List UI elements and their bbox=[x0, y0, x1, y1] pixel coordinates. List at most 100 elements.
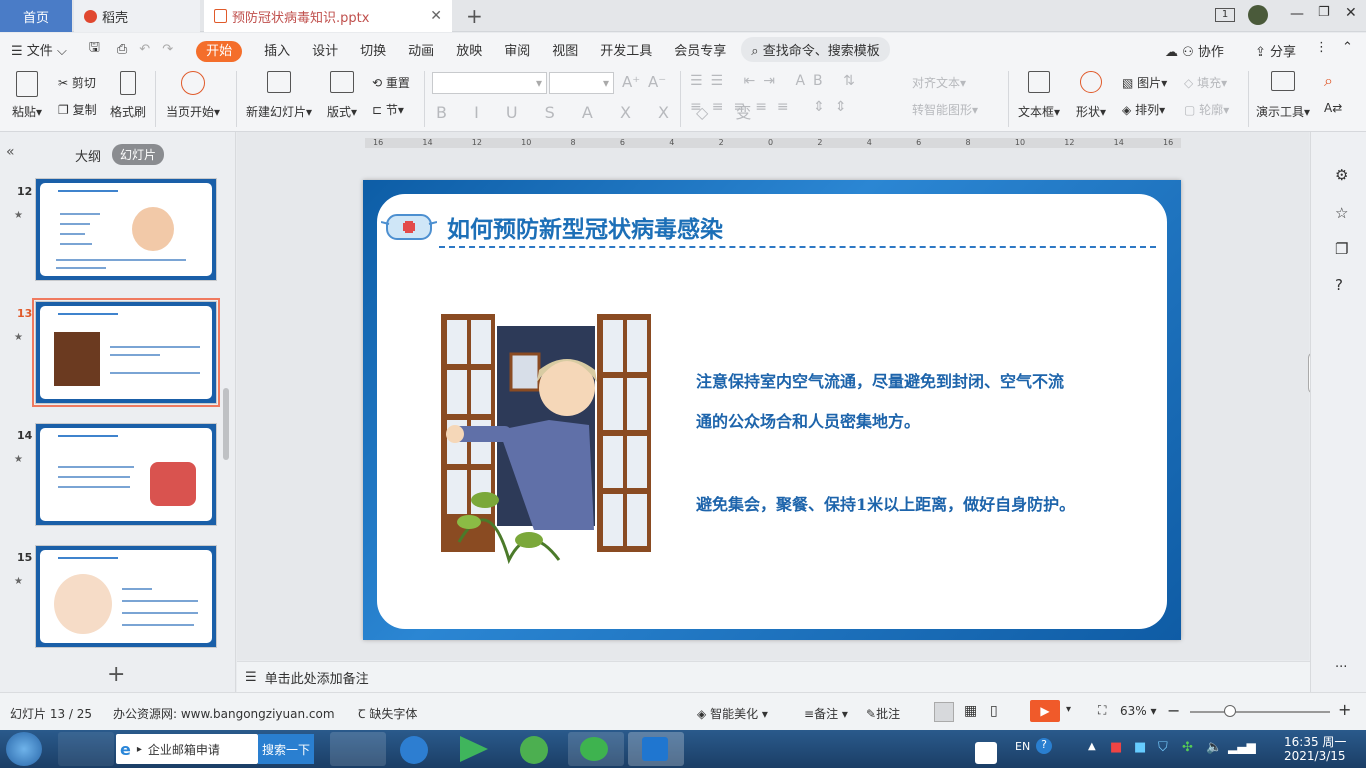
window-illustration[interactable] bbox=[439, 310, 654, 578]
menu-item-animation[interactable]: 动画 bbox=[397, 40, 445, 59]
file-explorer-icon[interactable] bbox=[330, 732, 386, 766]
tray-app-icon[interactable]: ✣ bbox=[1182, 740, 1193, 755]
start-button[interactable] bbox=[6, 732, 42, 766]
tray-expand-icon[interactable]: ▲ bbox=[1088, 741, 1096, 752]
fill-button[interactable]: ◇ 填充 ▾ bbox=[1184, 74, 1227, 91]
sorter-view-icon[interactable]: ▦ bbox=[964, 703, 977, 719]
undo-icon[interactable]: ↶ bbox=[133, 42, 156, 57]
help-tray-icon[interactable]: ? bbox=[1036, 738, 1052, 754]
network-icon[interactable]: ▂▄▆ bbox=[1228, 740, 1256, 754]
notes-toggle-button[interactable]: ≡备注 ▾ bbox=[804, 705, 848, 722]
zoom-slider-handle[interactable] bbox=[1224, 705, 1236, 717]
find-icon[interactable]: ⌕ bbox=[1324, 71, 1333, 91]
maximize-icon[interactable]: ❐ bbox=[1318, 5, 1330, 20]
zoom-in-icon[interactable]: + bbox=[1338, 700, 1351, 719]
menu-item-developer[interactable]: 开发工具 bbox=[589, 40, 663, 59]
play-slideshow-button[interactable]: ▶ bbox=[1030, 700, 1060, 722]
new-tab-icon[interactable]: + bbox=[466, 4, 483, 28]
close-window-icon[interactable]: ✕ bbox=[1345, 5, 1357, 21]
font-size-select[interactable]: ▾ bbox=[549, 72, 614, 94]
language-indicator[interactable]: EN bbox=[1015, 740, 1030, 753]
missing-font-button[interactable]: Ꞇ 缺失字体 bbox=[358, 705, 417, 722]
zoom-slider-track[interactable] bbox=[1190, 711, 1330, 713]
redo-icon[interactable]: ↷ bbox=[156, 42, 179, 57]
reset-button[interactable]: ⟲ 重置 bbox=[372, 74, 410, 91]
wechat-icon[interactable] bbox=[568, 732, 624, 766]
paste-button[interactable]: 粘贴▾ bbox=[12, 71, 42, 120]
star-outline-icon[interactable]: ☆ bbox=[1335, 204, 1348, 222]
play-options-icon[interactable]: ▾ bbox=[1066, 704, 1071, 715]
collab-button[interactable]: ☁ ⚇ 协作 bbox=[1165, 41, 1224, 60]
replace-icon[interactable]: A⇄ bbox=[1324, 101, 1342, 115]
window-count-badge[interactable]: 1 bbox=[1215, 8, 1235, 22]
new-slide-button[interactable]: 新建幻灯片▾ bbox=[246, 71, 312, 120]
zoom-level[interactable]: 63% ▾ bbox=[1120, 704, 1157, 718]
clock-time[interactable]: 16:35 周一 bbox=[1284, 733, 1346, 750]
taskbar-app-colorful[interactable] bbox=[58, 732, 114, 766]
outline-button[interactable]: ▢ 轮廓 ▾ bbox=[1184, 101, 1229, 118]
body-text-line[interactable]: 避免集会，聚餐、保持1米以上距离，做好自身防护。 bbox=[696, 491, 1075, 515]
tab-outline[interactable]: 大纲 bbox=[75, 146, 101, 165]
body-text-line[interactable]: 通的公众场合和人员密集地方。 bbox=[696, 408, 920, 432]
slide-thumbnail[interactable] bbox=[35, 178, 217, 281]
tray-app-icon[interactable]: ■ bbox=[1134, 740, 1146, 755]
menu-item-member[interactable]: 会员专享 bbox=[663, 40, 737, 59]
font-grow-icon[interactable]: A⁺ bbox=[622, 73, 640, 91]
menu-item-start[interactable]: 开始 bbox=[185, 40, 253, 62]
fit-window-icon[interactable]: ⛶ bbox=[1098, 703, 1106, 718]
tab-home[interactable]: 首页 bbox=[0, 0, 72, 32]
font-shrink-icon[interactable]: A⁻ bbox=[648, 73, 666, 91]
tab-daoke[interactable]: 稻壳 bbox=[74, 0, 200, 32]
refresh-app-icon[interactable] bbox=[508, 732, 564, 766]
hamburger-icon[interactable]: ☰ 文件 ⌵ bbox=[0, 40, 78, 59]
shape-button[interactable]: 形状▾ bbox=[1076, 71, 1106, 120]
input-method-icon[interactable] bbox=[975, 742, 997, 764]
comments-button[interactable]: ✎批注 bbox=[866, 705, 900, 722]
save-icon[interactable]: 🖫 bbox=[78, 38, 111, 60]
menu-item-review[interactable]: 审阅 bbox=[493, 40, 541, 59]
volume-icon[interactable]: 🔈 bbox=[1206, 740, 1222, 755]
smart-art-button[interactable]: 转智能图形 ▾ bbox=[912, 101, 978, 118]
sliders-icon[interactable]: ⚙ bbox=[1335, 166, 1348, 184]
print-icon[interactable]: ⎙ bbox=[111, 42, 133, 57]
tab-document[interactable]: 预防冠状病毒知识.pptx ✕ bbox=[204, 0, 452, 32]
section-button[interactable]: ⊏ 节 ▾ bbox=[372, 101, 404, 118]
menu-item-view[interactable]: 视图 bbox=[541, 40, 589, 59]
reading-view-icon[interactable]: ▯ bbox=[990, 703, 998, 719]
slide-title[interactable]: 如何预防新型冠状病毒感染 bbox=[447, 210, 723, 244]
slide-canvas[interactable]: 如何预防新型冠状病毒感染 注意保持室内空气流通，尽量避免到封闭、空气不流 通的公… bbox=[363, 180, 1181, 640]
menu-item-slideshow[interactable]: 放映 bbox=[445, 40, 493, 59]
wps-taskbar-icon[interactable] bbox=[628, 732, 684, 766]
collapse-ribbon-icon[interactable]: ⌃ bbox=[1342, 40, 1353, 55]
align-text-button[interactable]: 对齐文本 ▾ bbox=[912, 74, 966, 91]
smart-beautify-button[interactable]: ◈ 智能美化 ▾ bbox=[697, 705, 768, 722]
help-icon[interactable]: ? bbox=[1335, 276, 1343, 294]
arrange-button[interactable]: ◈ 排列 ▾ bbox=[1122, 101, 1165, 118]
tab-slides[interactable]: 幻灯片 bbox=[112, 144, 165, 165]
minimize-icon[interactable]: — bbox=[1290, 6, 1304, 22]
cut-button[interactable]: ✂ 剪切 bbox=[58, 74, 96, 91]
video-player-icon[interactable] bbox=[448, 732, 504, 766]
collapse-panel-icon[interactable]: « bbox=[6, 144, 15, 160]
font-family-select[interactable]: ▾ bbox=[432, 72, 547, 94]
format-painter-button[interactable]: 格式刷 bbox=[110, 71, 146, 120]
notes-area[interactable]: ☰ 单击此处添加备注 bbox=[237, 661, 1310, 692]
align-icons[interactable]: ≡≡≡≡≡ ⇕⇕ bbox=[690, 99, 857, 115]
add-slide-icon[interactable]: + bbox=[107, 662, 125, 687]
search-go-button[interactable]: 搜索一下 bbox=[258, 734, 314, 764]
copy-button[interactable]: ❐ 复制 bbox=[58, 101, 97, 118]
normal-view-icon[interactable] bbox=[934, 702, 954, 722]
from-current-button[interactable]: 当页开始▾ bbox=[166, 71, 220, 120]
layout-button[interactable]: 版式▾ bbox=[327, 71, 357, 120]
copy-pages-icon[interactable]: ❐ bbox=[1335, 240, 1348, 258]
textbox-button[interactable]: 文本框▾ bbox=[1018, 71, 1060, 120]
zoom-out-icon[interactable]: − bbox=[1167, 701, 1180, 720]
more-icon[interactable]: ⋮ bbox=[1315, 40, 1328, 55]
close-tab-icon[interactable]: ✕ bbox=[430, 8, 442, 24]
panel-scrollbar[interactable] bbox=[223, 388, 229, 460]
share-button[interactable]: ⇪ 分享 bbox=[1255, 41, 1296, 60]
shield-icon[interactable]: ⛉ bbox=[1158, 740, 1168, 755]
more-options-icon[interactable]: ··· bbox=[1335, 660, 1347, 675]
tray-app-icon[interactable]: ■ bbox=[1110, 740, 1122, 755]
menu-item-insert[interactable]: 插入 bbox=[253, 40, 301, 59]
